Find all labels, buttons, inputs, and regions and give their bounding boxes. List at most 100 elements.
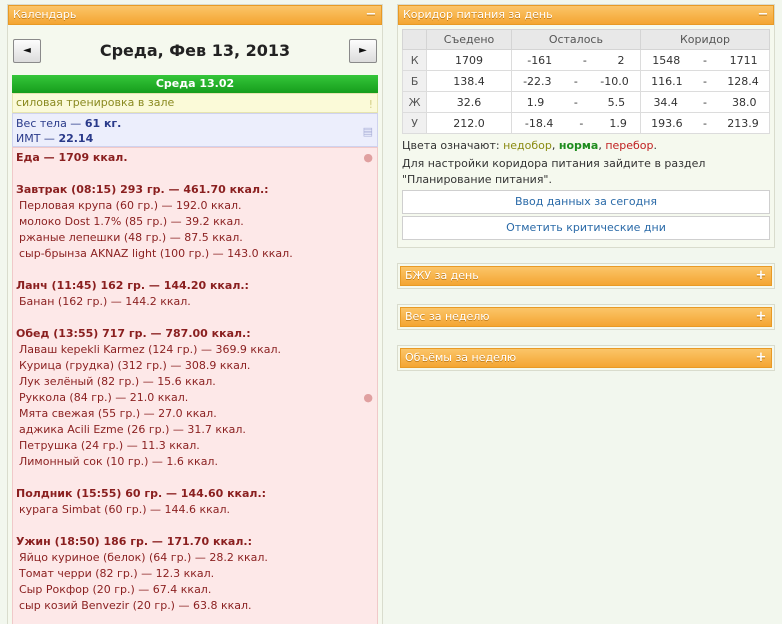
apple-icon: ● [363, 151, 373, 164]
food-entry[interactable]: ● ● Еда — 1709 ккал. Завтрак (08:15) 293… [12, 147, 378, 624]
collapse-icon[interactable]: − [365, 8, 377, 21]
legend-prefix: Цвета означают: [402, 139, 504, 152]
remaining-cell: -22.3 - -10.0 [510, 70, 641, 92]
remaining-max: 2 [617, 53, 625, 67]
bju-panel: БЖУ за день + [397, 263, 775, 289]
color-legend: Цвета означают: недобор, норма, перебор. [402, 138, 774, 154]
corridor-min: 34.4 [653, 95, 678, 109]
volumes-week-title: Объёмы за неделю [405, 351, 517, 364]
bmi-value: 22.14 [58, 132, 94, 145]
legend-norm: норма [558, 139, 599, 152]
corridor-max: 1711 [729, 53, 758, 67]
next-day-button[interactable]: ► [349, 39, 377, 63]
calendar-title: Календарь [13, 8, 77, 21]
remaining-cell: -18.4 - 1.9 [510, 112, 641, 134]
food-item: Мята свежая (55 гр.) — 27.0 ккал. [19, 407, 217, 420]
weight-week-panel: Вес за неделю + [397, 304, 775, 330]
table-row: К 1709 -161 - 2 1548 - 1711 [401, 49, 771, 71]
food-item: ржаные лепешки (48 гр.) — 87.5 ккал. [19, 231, 243, 244]
training-text: силовая тренировка в зале [16, 96, 175, 109]
volumes-week-panel: Объёмы за неделю + [397, 345, 775, 371]
calendar-panel: Календарь − ◄ Среда, Фев 13, 2013 ► Сред… [7, 4, 383, 624]
weight-entry[interactable]: Вес тела — 61 кг. ИМТ — 22.14 ▤ [12, 113, 378, 147]
expand-icon[interactable]: + [755, 351, 767, 364]
food-item: аджика Acili Ezme (26 гр.) — 31.7 ккал. [19, 423, 246, 436]
bju-title: БЖУ за день [405, 269, 479, 282]
dash: - [702, 74, 707, 88]
collapse-icon[interactable]: − [757, 8, 769, 21]
column-header [401, 29, 428, 50]
dash: - [573, 95, 578, 109]
corridor-max: 213.9 [727, 116, 759, 130]
food-item: молоко Dost 1.7% (85 гр.) — 39.2 ккал. [19, 215, 244, 228]
corridor-cell: 34.4 - 38.0 [639, 91, 771, 113]
meal-header: Ланч (11:45) 162 гр. — 144.20 ккал.: [16, 279, 249, 292]
row-label: Ж [401, 91, 428, 113]
prev-day-button[interactable]: ◄ [13, 39, 41, 63]
expand-icon[interactable]: + [755, 310, 767, 323]
expand-icon[interactable]: + [755, 269, 767, 282]
mark-critical-days-button[interactable]: Отметить критические дни [402, 216, 770, 240]
food-item: Банан (162 гр.) — 144.2 ккал. [19, 295, 191, 308]
corridor-min: 1548 [652, 53, 681, 67]
corridor-max: 128.4 [727, 74, 759, 88]
column-header: Осталось [510, 29, 641, 50]
bju-header[interactable]: БЖУ за день + [400, 266, 772, 286]
remaining-min: -22.3 [523, 74, 552, 88]
food-item: Перловая крупа (60 гр.) — 192.0 ккал. [19, 199, 242, 212]
remaining-cell: -161 - 2 [510, 49, 641, 71]
meal-header: Полдник (15:55) 60 гр. — 144.60 ккал.: [16, 487, 267, 500]
food-item: курага Simbat (60 гр.) — 144.6 ккал. [19, 503, 231, 516]
corridor-info: Для настройки коридора питания зайдите в… [402, 157, 706, 186]
food-item: сыр-брынза AKNAZ light (100 гр.) — 143.0… [19, 247, 293, 260]
eaten-cell: 212.0 [426, 112, 512, 134]
dash: - [582, 53, 587, 67]
food-item: Лаваш kepekli Karmez (124 гр.) — 369.9 к… [19, 343, 281, 356]
row-label: Б [401, 70, 428, 92]
remaining-max: 5.5 [607, 95, 626, 109]
date-bar: ◄ Среда, Фев 13, 2013 ► [8, 31, 382, 71]
bmi-label: ИМТ — [16, 132, 59, 145]
date-title: Среда, Фев 13, 2013 [99, 41, 291, 60]
remaining-min: -161 [527, 53, 553, 67]
corridor-header[interactable]: Коридор питания за день − [398, 5, 774, 25]
table-row: Ж 32.6 1.9 - 5.5 34.4 - 38.0 [401, 91, 771, 113]
food-item: сыр козий Benvezir (20 гр.) — 63.8 ккал. [19, 599, 252, 612]
volumes-week-header[interactable]: Объёмы за неделю + [400, 348, 772, 368]
eaten-cell: 32.6 [426, 91, 512, 113]
corridor-cell: 1548 - 1711 [639, 49, 771, 71]
corridor-panel: Коридор питания за день − Съедено Остало… [397, 4, 775, 248]
training-entry[interactable]: силовая тренировка в зале ! [12, 93, 378, 113]
apple-icon: ● [363, 391, 373, 404]
legend-under: недобор [503, 139, 552, 152]
corridor-min: 116.1 [651, 74, 683, 88]
calendar-header[interactable]: Календарь − [8, 5, 382, 25]
weight-week-header[interactable]: Вес за неделю + [400, 307, 772, 327]
corridor-cell: 193.6 - 213.9 [639, 112, 771, 134]
column-header: Коридор [639, 29, 771, 50]
input-today-button[interactable]: Ввод данных за сегодня [402, 190, 770, 214]
day-header: Среда 13.02 [12, 75, 378, 93]
table-row: Б 138.4 -22.3 - -10.0 116.1 - 128.4 [401, 70, 771, 92]
corridor-table: Съедено Осталось Коридор К 1709 -161 - 2 1548… [401, 29, 771, 134]
legend-dot: . [653, 139, 658, 152]
eaten-cell: 138.4 [426, 70, 512, 92]
table-row: У 212.0 -18.4 - 1.9 193.6 - 213.9 [401, 112, 771, 134]
dash: - [702, 95, 707, 109]
dash: - [573, 74, 578, 88]
corridor-max: 38.0 [731, 95, 757, 109]
row-label: К [401, 49, 428, 71]
weight-value: 61 кг. [84, 117, 122, 130]
column-header: Съедено [426, 29, 512, 50]
food-total: Еда — 1709 ккал. [16, 151, 128, 164]
meal-header: Ужин (18:50) 186 гр. — 171.70 ккал.: [16, 535, 252, 548]
legend-sep: , [551, 139, 559, 152]
corridor-title: Коридор питания за день [403, 8, 553, 21]
remaining-max: 1.9 [609, 116, 627, 130]
food-item: Лук зелёный (82 гр.) — 15.6 ккал. [19, 375, 216, 388]
legend-over: перебор [605, 139, 654, 152]
